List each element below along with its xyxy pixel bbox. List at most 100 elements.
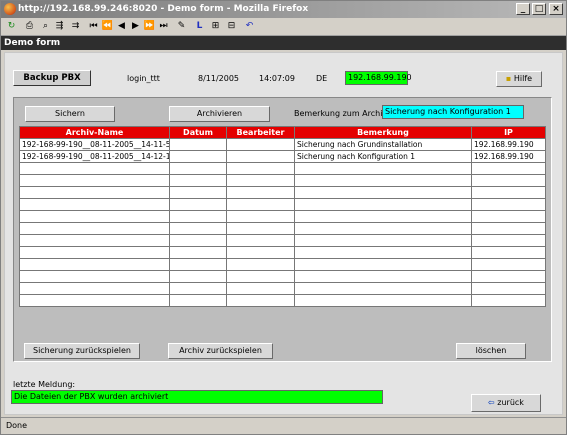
first-record-icon[interactable]: ⏮ (87, 20, 100, 33)
table-cell[interactable] (471, 222, 546, 235)
table-cell[interactable] (294, 162, 472, 175)
minimize-icon[interactable]: _ (516, 3, 530, 15)
table-cell[interactable] (226, 210, 295, 223)
archive-button[interactable]: Archivieren (169, 106, 270, 122)
restore-backup-button[interactable]: Sicherung zurückspielen (24, 343, 140, 359)
table-cell[interactable] (169, 294, 227, 307)
table-cell[interactable] (169, 234, 227, 247)
find-all-icon[interactable]: ⇉ (69, 20, 82, 33)
next-record-icon[interactable]: ▶ (129, 20, 142, 33)
table-cell[interactable] (471, 198, 546, 211)
table-cell[interactable] (471, 258, 546, 271)
table-cell[interactable]: 192-168-99-190__08-11-2005__14-11-54 (19, 138, 170, 151)
table-cell[interactable] (294, 186, 472, 199)
table-cell[interactable] (471, 294, 546, 307)
table-cell[interactable] (294, 258, 472, 271)
table-row[interactable] (19, 246, 546, 259)
table-cell[interactable] (294, 198, 472, 211)
table-cell[interactable] (294, 294, 472, 307)
table-cell[interactable] (19, 186, 170, 199)
table-cell[interactable] (226, 234, 295, 247)
table-cell[interactable] (19, 174, 170, 187)
help-button[interactable]: ▪ Hilfe (496, 71, 542, 87)
next-page-icon[interactable]: ⏩ (143, 20, 156, 33)
table-cell[interactable] (226, 222, 295, 235)
table-cell[interactable] (226, 138, 295, 151)
table-cell[interactable] (226, 150, 295, 163)
table-cell[interactable] (226, 258, 295, 271)
table-row[interactable] (19, 174, 546, 187)
table-cell[interactable] (169, 270, 227, 283)
table-cell[interactable] (169, 186, 227, 199)
table-cell[interactable] (471, 174, 546, 187)
table-cell[interactable] (19, 234, 170, 247)
table-cell[interactable] (19, 222, 170, 235)
table-cell[interactable]: 192.168.99.190 (471, 150, 546, 163)
restore-archive-button[interactable]: Archiv zurückspielen (168, 343, 273, 359)
table-cell[interactable] (226, 282, 295, 295)
table-cell[interactable] (471, 246, 546, 259)
table-cell[interactable] (226, 162, 295, 175)
table-cell[interactable] (169, 282, 227, 295)
table-cell[interactable] (294, 270, 472, 283)
backup-pbx-button[interactable]: Backup PBX (13, 70, 91, 86)
back-button[interactable]: ⇦ zurück (471, 394, 541, 412)
table-cell[interactable] (226, 174, 295, 187)
table-cell[interactable] (226, 294, 295, 307)
table-cell[interactable] (471, 210, 546, 223)
table-row[interactable]: 192-168-99-190__08-11-2005__14-11-54 Sich… (19, 138, 546, 151)
undo-icon[interactable]: ↶ (243, 20, 256, 33)
table-row[interactable] (19, 282, 546, 295)
table-row[interactable] (19, 294, 546, 307)
table-row[interactable] (19, 258, 546, 271)
table-cell[interactable] (471, 162, 546, 175)
table-cell[interactable] (169, 210, 227, 223)
table-cell[interactable] (226, 186, 295, 199)
table-cell[interactable] (294, 246, 472, 259)
print-icon[interactable]: ⎙ (23, 20, 36, 33)
table-cell[interactable] (19, 282, 170, 295)
edit-icon[interactable]: ✎ (175, 20, 188, 33)
table-cell[interactable] (169, 258, 227, 271)
find-next-icon[interactable]: ⇶ (53, 20, 66, 33)
append-row-icon[interactable]: ⊟ (225, 20, 238, 33)
table-cell[interactable] (169, 222, 227, 235)
table-cell[interactable]: 192.168.99.190 (471, 138, 546, 151)
table-cell[interactable] (169, 174, 227, 187)
table-cell[interactable] (19, 162, 170, 175)
table-cell[interactable] (471, 234, 546, 247)
close-icon[interactable]: × (549, 3, 563, 15)
table-row[interactable] (19, 162, 546, 175)
list-icon[interactable]: L (193, 20, 206, 33)
table-row[interactable] (19, 270, 546, 283)
table-cell[interactable] (169, 162, 227, 175)
table-cell[interactable] (19, 246, 170, 259)
table-cell[interactable] (19, 270, 170, 283)
table-cell[interactable] (294, 222, 472, 235)
table-cell[interactable] (169, 150, 227, 163)
table-cell[interactable] (294, 174, 472, 187)
table-cell[interactable] (294, 234, 472, 247)
table-row[interactable] (19, 198, 546, 211)
table-cell[interactable] (294, 282, 472, 295)
table-cell[interactable] (19, 198, 170, 211)
prev-page-icon[interactable]: ⏪ (101, 20, 114, 33)
table-cell[interactable] (294, 210, 472, 223)
table-cell[interactable] (169, 138, 227, 151)
table-cell[interactable] (226, 198, 295, 211)
table-row[interactable]: 192-168-99-190__08-11-2005__14-12-14 Sich… (19, 150, 546, 163)
table-cell[interactable] (169, 246, 227, 259)
delete-button[interactable]: löschen (456, 343, 526, 359)
table-cell[interactable]: Sicherung nach Konfiguration 1 (294, 150, 472, 163)
remark-input[interactable]: Sicherung nach Konfiguration 1 (382, 105, 524, 119)
insert-row-icon[interactable]: ⊞ (209, 20, 222, 33)
table-cell[interactable]: 192-168-99-190__08-11-2005__14-12-14 (19, 150, 170, 163)
maximize-icon[interactable]: □ (532, 3, 546, 15)
table-cell[interactable] (19, 294, 170, 307)
table-cell[interactable] (19, 258, 170, 271)
table-cell[interactable] (169, 198, 227, 211)
table-cell[interactable] (471, 282, 546, 295)
prev-record-icon[interactable]: ◀ (115, 20, 128, 33)
table-cell[interactable]: Sicherung nach Grundinstallation (294, 138, 472, 151)
table-row[interactable] (19, 210, 546, 223)
